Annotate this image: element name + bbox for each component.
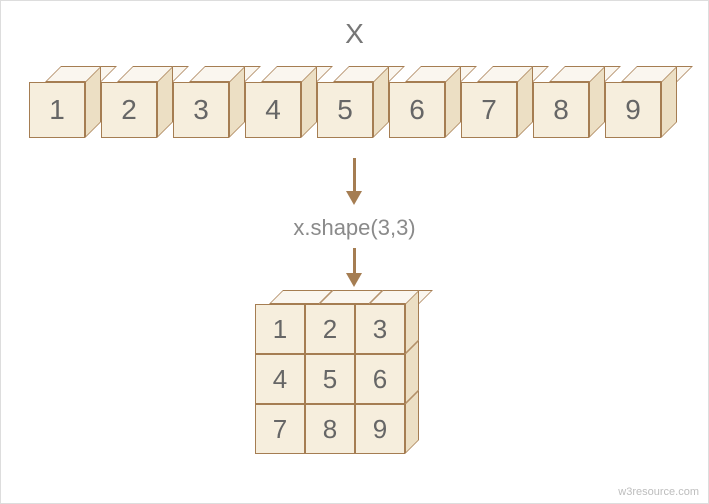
array-cell: 4 — [245, 66, 317, 138]
cell-value: 6 — [389, 82, 445, 138]
cell-value: 3 — [173, 82, 229, 138]
array-cell: 1 — [29, 66, 101, 138]
operation-label: x.shape(3,3) — [0, 215, 709, 241]
watermark-text: w3resource.com — [618, 486, 699, 498]
array-cell: 7 — [461, 66, 533, 138]
arrow-down-icon — [346, 248, 362, 288]
input-array-1d: 1 2 3 4 5 6 7 8 9 — [29, 66, 680, 158]
array-cell: 5 — [317, 66, 389, 138]
arrow-down-icon — [346, 158, 362, 206]
array-cell: 2 — [101, 66, 173, 138]
cell-value: 1 — [29, 82, 85, 138]
matrix-cell: 9 — [355, 390, 417, 452]
array-cell: 8 — [533, 66, 605, 138]
cell-value: 8 — [533, 82, 589, 138]
array-label-x: X — [0, 18, 709, 50]
cell-value: 5 — [317, 82, 373, 138]
cell-value: 9 — [605, 82, 661, 138]
cell-value: 8 — [305, 404, 355, 454]
cell-value: 4 — [245, 82, 301, 138]
cell-value: 7 — [255, 404, 305, 454]
array-cell: 3 — [173, 66, 245, 138]
cell-value: 9 — [355, 404, 405, 454]
cell-value: 7 — [461, 82, 517, 138]
array-cell: 6 — [389, 66, 461, 138]
cell-value: 2 — [101, 82, 157, 138]
output-matrix-3x3: 1 2 3 4 5 6 7 8 9 — [255, 290, 465, 490]
array-cell: 9 — [605, 66, 677, 138]
